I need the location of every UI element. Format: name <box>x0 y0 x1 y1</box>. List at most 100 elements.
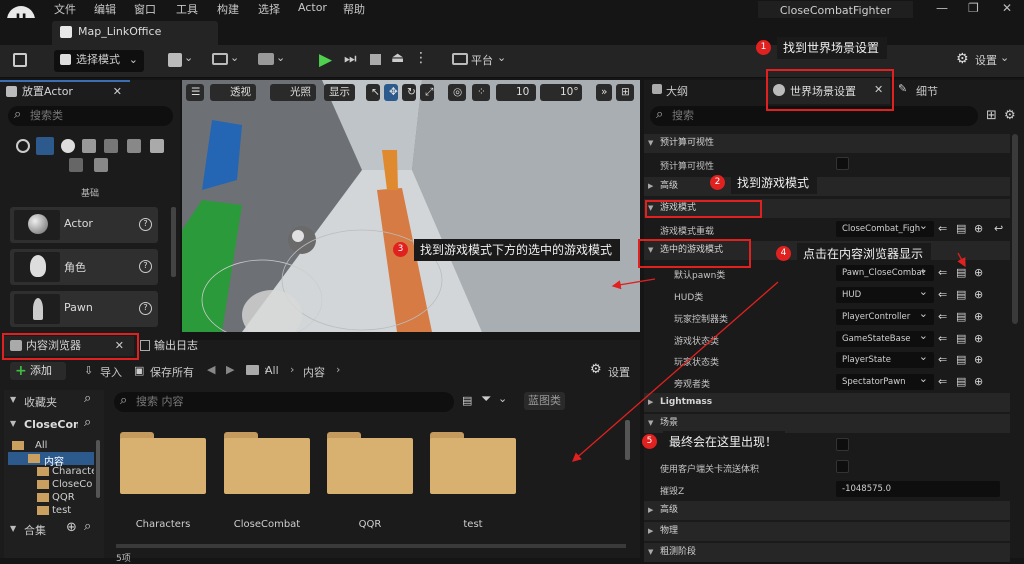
output-log-tab[interactable]: 输出日志 <box>138 336 238 356</box>
menu-select[interactable]: 选择 <box>258 1 280 17</box>
settings-gear-icon[interactable]: ⚙ <box>1004 108 1016 123</box>
add-content-icon[interactable] <box>168 53 182 67</box>
help-icon[interactable]: ? <box>139 302 152 315</box>
blueprint-filter-chip[interactable]: 蓝图类 <box>524 392 565 410</box>
spectator-dropdown[interactable]: SpectatorPawn <box>836 374 934 390</box>
settings-gear-icon[interactable]: ⚙ <box>590 362 602 377</box>
tree-item-qqr[interactable]: QQR <box>52 492 75 503</box>
select-tool-icon[interactable]: ↖ <box>366 84 380 101</box>
chevron-down-icon[interactable]: ⌄ <box>276 51 285 64</box>
browse-to-asset-icon[interactable]: ▤ <box>956 266 966 279</box>
scrollbar[interactable] <box>96 440 100 498</box>
surface-snap-icon[interactable]: ⁘ <box>472 84 490 101</box>
cinematics-icon[interactable] <box>258 53 274 65</box>
viewport-menu-icon[interactable]: ☰ <box>186 84 204 101</box>
save-all-button[interactable]: 保存所有 <box>150 364 194 380</box>
visual-effects-icon[interactable] <box>127 139 141 153</box>
viewport-expand-icon[interactable]: » <box>596 84 612 101</box>
maximize-icon[interactable]: ❐ <box>968 1 979 15</box>
collapse-icon[interactable]: ▼ <box>10 419 16 428</box>
section-broadphase[interactable]: 粗测阶段 <box>644 543 1010 562</box>
browse-icon[interactable]: ⇐ <box>938 375 947 388</box>
browse-icon[interactable]: ⇐ <box>938 353 947 366</box>
tree-item-characters[interactable]: Characte <box>52 466 94 477</box>
rotate-tool-icon[interactable]: ↻ <box>402 84 416 101</box>
add-icon[interactable]: ⊕ <box>974 310 983 323</box>
chevron-down-icon[interactable]: ⌄ <box>498 392 507 405</box>
browse-to-asset-icon[interactable]: ▤ <box>956 332 966 345</box>
section-advanced[interactable]: 高级 <box>644 177 1010 196</box>
hud-dropdown[interactable]: HUD <box>836 287 934 303</box>
breadcrumb-content[interactable]: 内容 <box>303 364 325 380</box>
blueprint-icon[interactable] <box>212 53 228 65</box>
shapes-icon[interactable] <box>82 139 96 153</box>
eject-icon[interactable]: ⏏ <box>391 50 404 66</box>
add-icon[interactable]: ⊕ <box>974 375 983 388</box>
back-icon[interactable]: ◀ <box>207 363 215 376</box>
settings-gear-icon[interactable]: ⚙ <box>956 51 969 67</box>
actor-item-pawn[interactable]: Pawn ? <box>10 291 158 327</box>
player-state-dropdown[interactable]: PlayerState <box>836 352 934 368</box>
platform-label[interactable]: 平台 <box>471 51 493 73</box>
forward-icon[interactable]: ▶ <box>226 363 234 376</box>
play-icon[interactable]: ▶ <box>319 50 332 70</box>
content-browser-settings[interactable]: 设置 <box>608 364 630 380</box>
import-button[interactable]: 导入 <box>100 364 122 380</box>
chevron-down-icon[interactable]: ⌄ <box>184 51 193 64</box>
save-all-icon[interactable]: ▣ <box>134 364 144 377</box>
select-mode-button[interactable]: 选择模式 ⌄ <box>54 50 144 72</box>
browse-to-asset-icon[interactable]: ▤ <box>956 353 966 366</box>
recent-icon[interactable] <box>16 139 30 153</box>
menu-help[interactable]: 帮助 <box>343 1 365 17</box>
content-search[interactable]: 搜索 内容 <box>114 391 454 412</box>
grid-snap-button[interactable]: 10 <box>496 84 536 101</box>
section-precomputed-visibility[interactable]: 预计算可视性 <box>644 134 1010 153</box>
folder-characters[interactable] <box>120 432 206 494</box>
filter-icon[interactable]: ⏷ <box>481 392 491 407</box>
default-pawn-dropdown[interactable]: Pawn_CloseCombat <box>836 265 934 281</box>
add-collection-icon[interactable]: ⊕ <box>66 520 77 535</box>
lights-icon[interactable] <box>61 139 75 153</box>
search-icon[interactable]: ⌕ <box>84 391 91 406</box>
map-tab[interactable]: Map_LinkOffice <box>52 21 218 45</box>
add-icon[interactable]: ⊕ <box>974 332 983 345</box>
browse-to-asset-icon[interactable]: ▤ <box>956 288 966 301</box>
collapse-icon[interactable]: ▼ <box>10 395 16 404</box>
more-options-icon[interactable]: ⋮ <box>414 50 428 66</box>
kill-z-input[interactable]: -1048575.0 <box>836 481 1000 497</box>
player-controller-dropdown[interactable]: PlayerController <box>836 309 934 325</box>
menu-tools[interactable]: 工具 <box>176 1 198 17</box>
project-root-header[interactable]: CloseComb <box>24 418 78 431</box>
menu-actor[interactable]: Actor <box>298 1 327 14</box>
section-lightmass[interactable]: Lightmass <box>644 393 1010 412</box>
stop-icon[interactable] <box>370 54 381 65</box>
viewport-layout-icon[interactable]: ⊞ <box>616 84 634 101</box>
chevron-down-icon[interactable]: ⌄ <box>497 51 506 64</box>
browse-to-asset-icon[interactable]: ▤ <box>956 310 966 323</box>
game-state-dropdown[interactable]: GameStateBase <box>836 331 934 347</box>
volumes-icon[interactable] <box>69 158 83 172</box>
close-tab-icon[interactable]: ✕ <box>113 82 122 102</box>
client-level-streaming-checkbox[interactable] <box>836 460 849 473</box>
tree-item-all[interactable]: All <box>35 440 47 451</box>
menu-window[interactable]: 窗口 <box>134 1 156 17</box>
cinematic-icon[interactable] <box>104 139 118 153</box>
scale-tool-icon[interactable]: ⤢ <box>420 84 434 101</box>
folder-closecombat[interactable] <box>224 432 310 494</box>
help-icon[interactable]: ? <box>139 218 152 231</box>
browse-icon[interactable]: ⇐ <box>938 310 947 323</box>
scrollbar[interactable] <box>1012 134 1018 324</box>
move-tool-icon[interactable]: ✥ <box>384 84 398 101</box>
tree-item-test[interactable]: test <box>52 505 71 516</box>
section-advanced-2[interactable]: 高级 <box>644 501 1010 520</box>
search-icon[interactable]: ⌕ <box>84 519 91 534</box>
minimize-icon[interactable]: — <box>936 1 948 15</box>
all-classes-icon[interactable] <box>94 158 108 172</box>
place-actor-search[interactable]: 搜索类 <box>8 105 173 126</box>
lit-button[interactable]: 光照 <box>270 84 316 101</box>
details-tab[interactable]: 细节 <box>916 83 938 99</box>
world-space-icon[interactable]: ◎ <box>448 84 466 101</box>
add-button[interactable]: + 添加 <box>10 362 66 380</box>
help-icon[interactable]: ? <box>139 260 152 273</box>
actor-item-character[interactable]: 角色 ? <box>10 249 158 285</box>
